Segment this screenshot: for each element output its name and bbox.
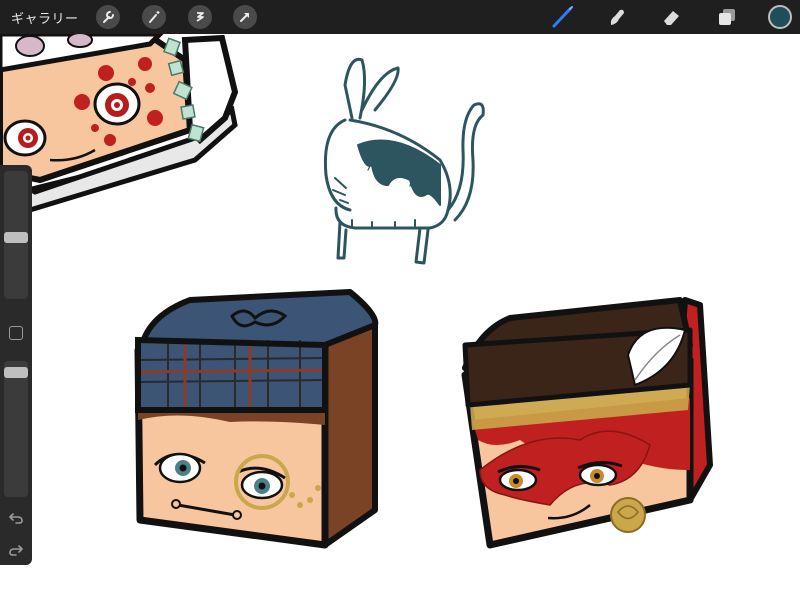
brush-icon — [552, 6, 573, 28]
drawing-canvas[interactable] — [0, 0, 800, 600]
eraser-button[interactable] — [659, 4, 685, 30]
layers-button[interactable] — [714, 4, 740, 30]
wrench-icon — [103, 11, 114, 23]
actions-button[interactable] — [96, 5, 120, 29]
modify-square-icon[interactable] — [9, 326, 23, 340]
brush-button[interactable] — [550, 4, 576, 30]
eraser-icon — [664, 11, 679, 25]
selection-icon — [196, 12, 204, 22]
character-block-plaid-cap — [134, 289, 379, 549]
adjustments-button[interactable] — [142, 5, 166, 29]
character-block-top-left — [0, 31, 239, 213]
transform-button[interactable] — [233, 5, 257, 29]
opacity-slider-thumb[interactable] — [4, 367, 28, 378]
top-toolbar: ギャラリー — [0, 0, 800, 34]
brush-size-slider-thumb[interactable] — [4, 232, 28, 243]
redo-icon[interactable] — [8, 542, 24, 558]
left-sidebar — [0, 165, 32, 565]
layers-icon — [719, 9, 735, 25]
smudge-button[interactable] — [604, 4, 630, 30]
cat-sketch — [323, 57, 485, 265]
opacity-slider[interactable] — [4, 361, 28, 497]
brush-size-slider[interactable] — [4, 171, 28, 299]
gallery-button[interactable]: ギャラリー — [11, 8, 79, 27]
color-picker-button[interactable] — [768, 5, 792, 29]
magic-wand-icon — [149, 11, 160, 23]
selection-button[interactable] — [188, 5, 212, 29]
undo-icon[interactable] — [8, 510, 24, 526]
artwork — [0, 31, 713, 549]
smudge-icon — [610, 9, 624, 25]
character-block-masked — [461, 297, 713, 549]
transform-arrow-icon — [240, 13, 249, 22]
